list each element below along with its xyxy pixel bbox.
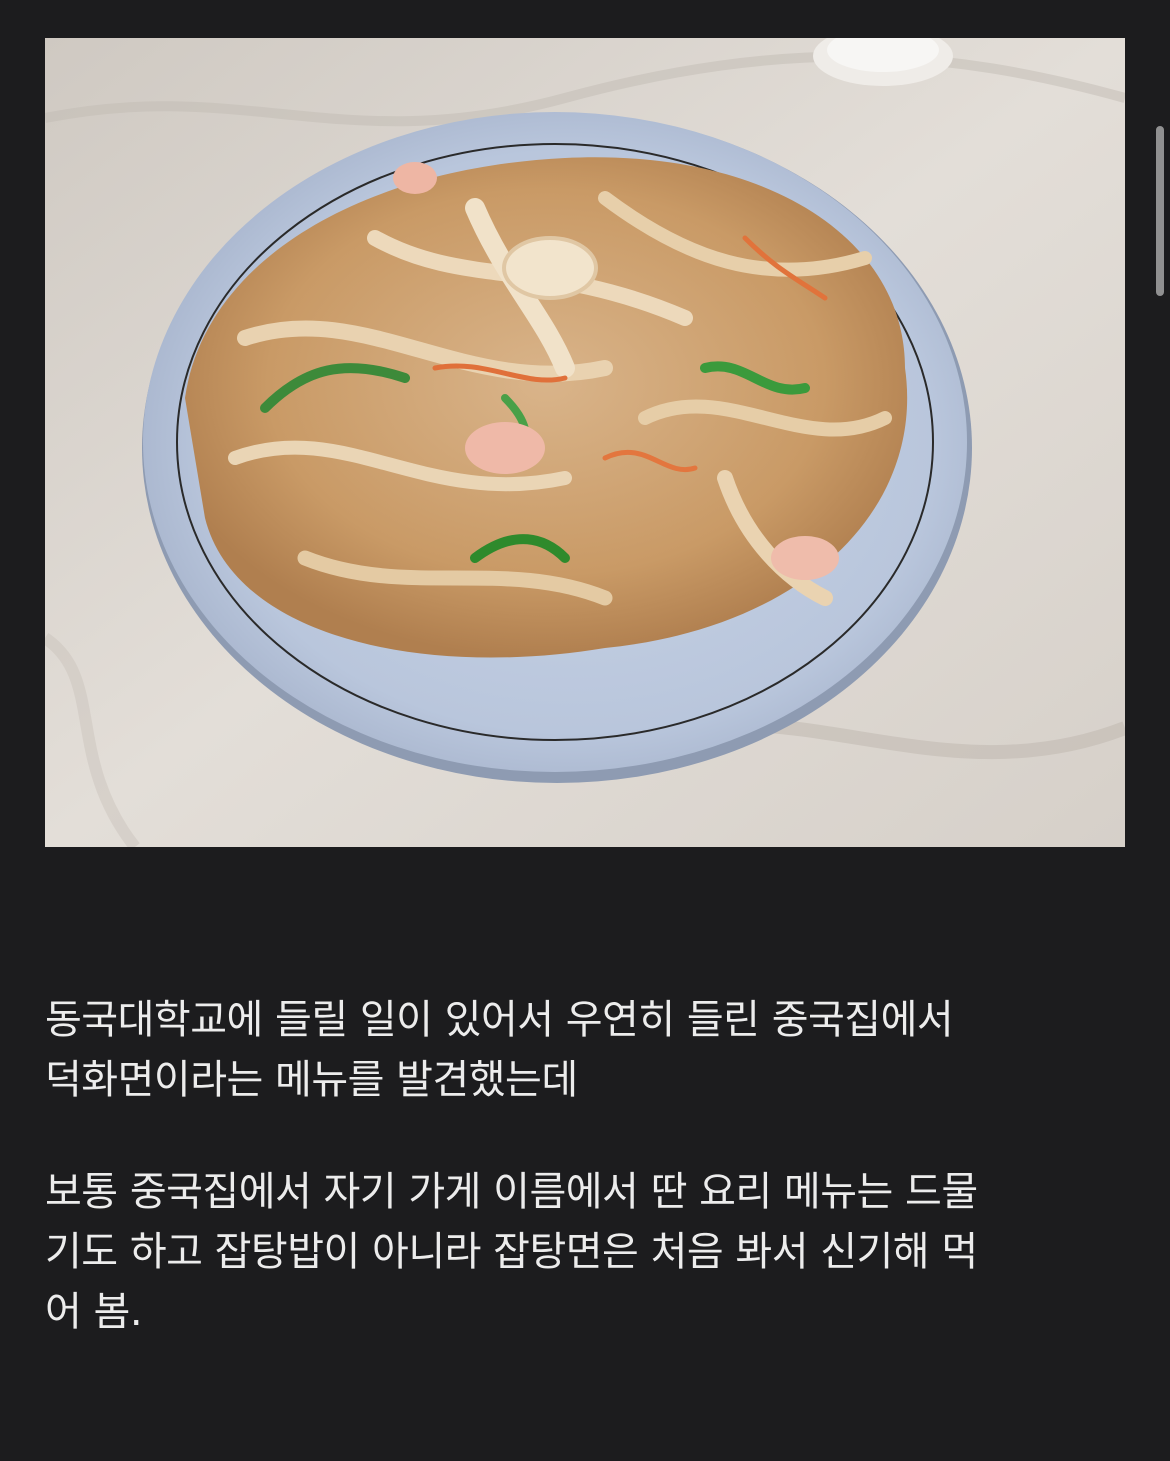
- post-paragraph: 보통 중국집에서 자기 가게 이름에서 딴 요리 메뉴는 드물 기도 하고 잡탕…: [45, 1169, 978, 1335]
- post-photo[interactable]: [45, 38, 1125, 847]
- post-paragraph: 동국대학교에 들릴 일이 있어서 우연히 들린 중국집에서 덕화면이라는 메뉴를…: [45, 997, 954, 1103]
- noodle-dish-image: [45, 38, 1125, 847]
- post-body: 동국대학교에 들릴 일이 있어서 우연히 들린 중국집에서 덕화면이라는 메뉴를…: [45, 990, 1125, 1394]
- scrollbar[interactable]: [1156, 126, 1164, 296]
